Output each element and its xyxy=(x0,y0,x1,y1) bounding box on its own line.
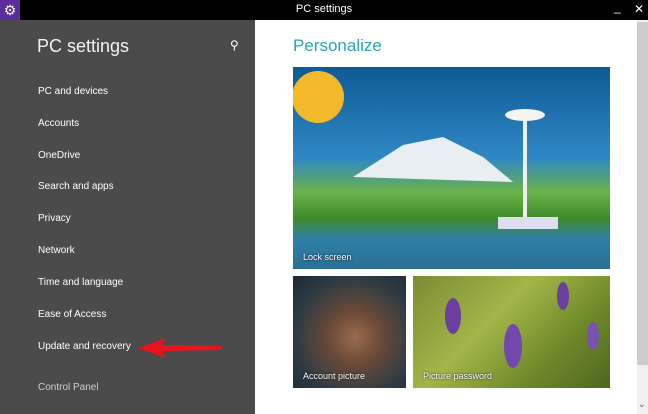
red-arrow-annotation xyxy=(138,338,222,358)
window-title: PC settings xyxy=(295,3,353,15)
nav-privacy[interactable]: Privacy xyxy=(38,213,71,224)
chevron-down-icon[interactable]: ⌄ xyxy=(638,399,646,410)
nav-network[interactable]: Network xyxy=(38,245,75,256)
nav-time-and-language[interactable]: Time and language xyxy=(38,277,123,288)
page-title: Personalize xyxy=(293,36,382,55)
main-content: Personalize Lock screen Account picture … xyxy=(255,20,637,414)
nav-ease-of-access[interactable]: Ease of Access xyxy=(38,309,106,320)
close-button[interactable]: ✕ xyxy=(634,2,644,16)
nav-onedrive[interactable]: OneDrive xyxy=(38,150,80,161)
vertical-scrollbar[interactable]: ⌄ xyxy=(637,20,648,414)
seattle-image xyxy=(293,71,558,229)
title-bar: ⚙ PC settings _ ✕ xyxy=(0,0,648,20)
sidebar-title: PC settings xyxy=(37,36,130,56)
picture-password-label: Picture password xyxy=(423,371,493,381)
nav-update-and-recovery[interactable]: Update and recovery xyxy=(38,341,131,352)
minimize-button[interactable]: _ xyxy=(614,0,621,14)
account-picture-tile[interactable]: Account picture xyxy=(293,276,406,388)
search-icon[interactable]: ⚲ xyxy=(230,38,239,52)
scrollbar-thumb[interactable] xyxy=(637,22,648,365)
nav-search-and-apps[interactable]: Search and apps xyxy=(38,181,114,192)
account-picture-label: Account picture xyxy=(303,371,366,381)
lock-screen-label: Lock screen xyxy=(303,252,352,262)
nav-accounts[interactable]: Accounts xyxy=(38,118,79,129)
control-panel-link[interactable]: Control Panel xyxy=(38,382,99,393)
lock-screen-tile[interactable]: Lock screen xyxy=(293,67,610,269)
picture-password-tile[interactable]: Picture password xyxy=(413,276,610,388)
nav-pc-and-devices[interactable]: PC and devices xyxy=(38,86,108,97)
